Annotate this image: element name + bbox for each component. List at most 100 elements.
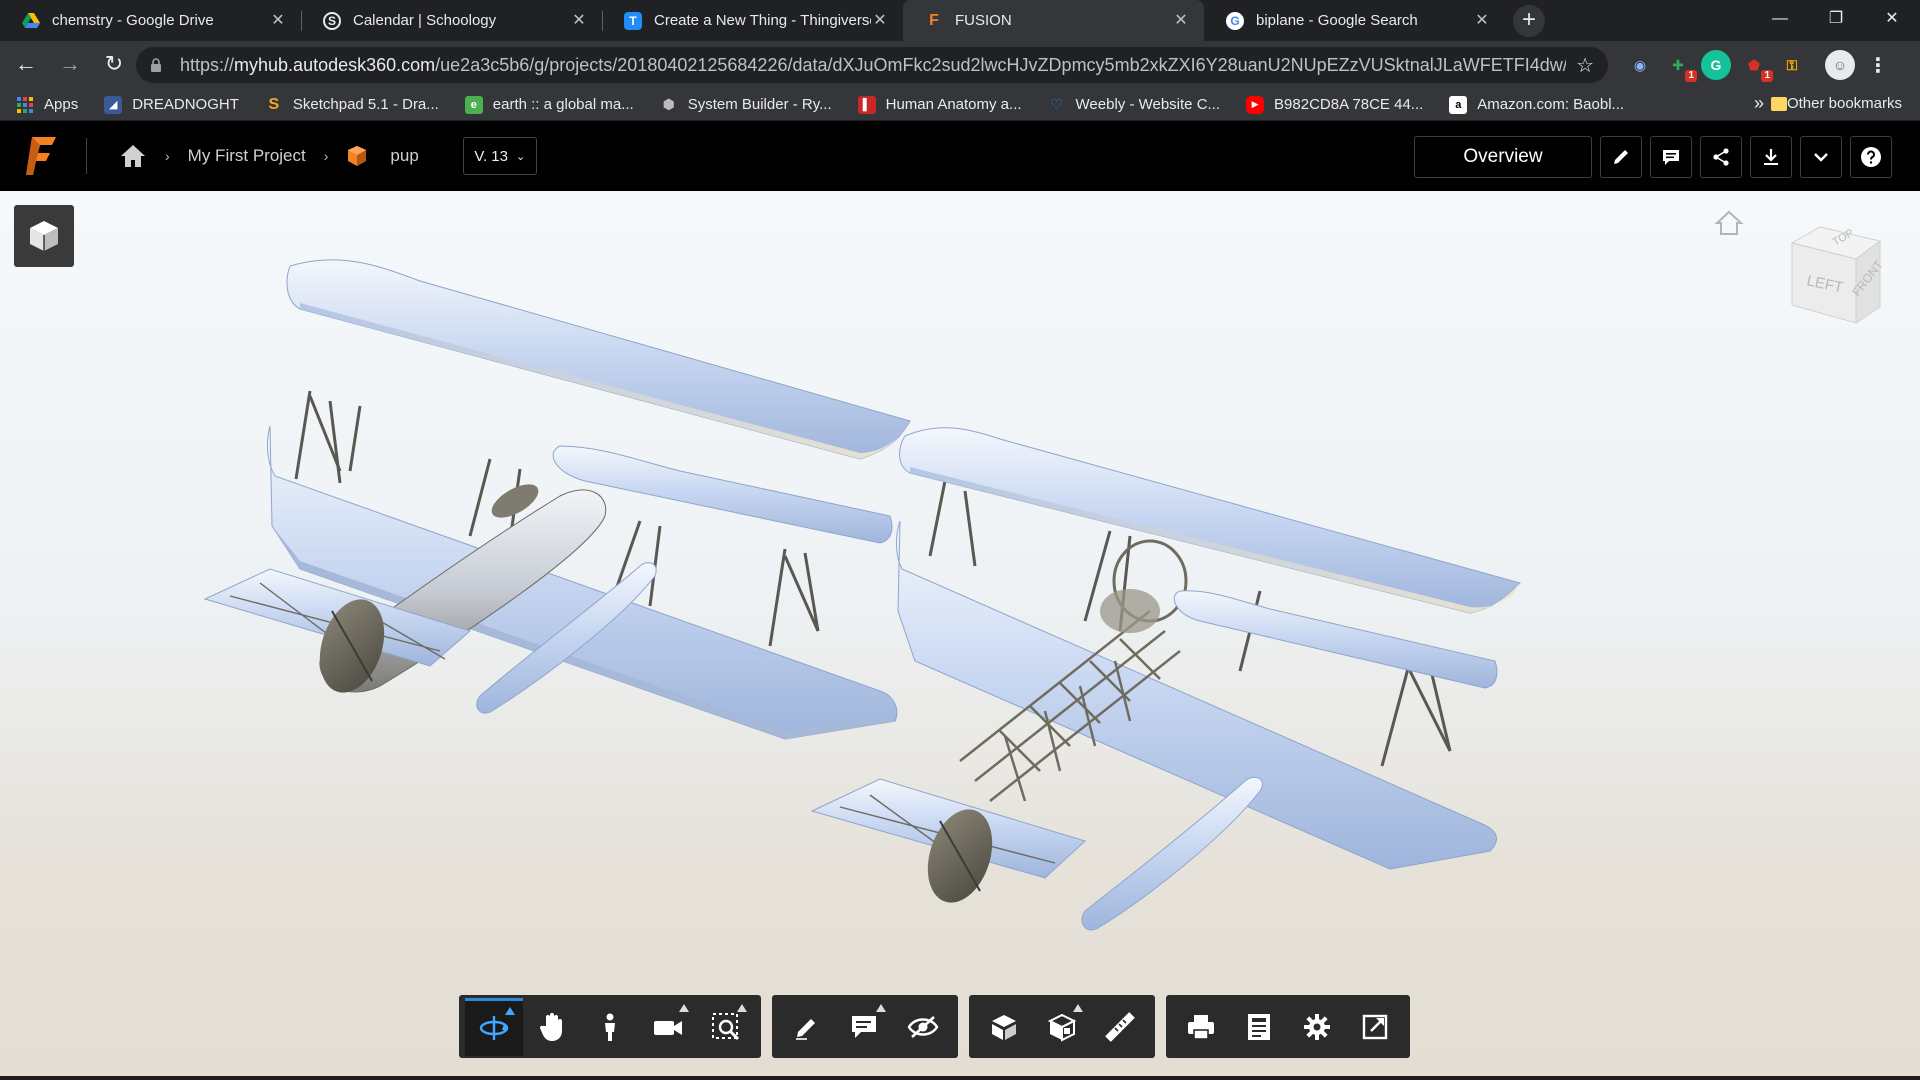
printer-icon — [1188, 1014, 1214, 1040]
tab-schoology[interactable]: S Calendar | Schoology ✕ — [301, 0, 602, 41]
pan-tool[interactable] — [523, 998, 581, 1056]
bookmark-label: System Builder - Ry... — [687, 96, 832, 113]
back-arrow-icon[interactable]: ← — [8, 47, 44, 83]
tab-fusion[interactable]: F FUSION ✕ — [903, 0, 1204, 41]
bookmark-amazon[interactable]: a Amazon.com: Baobl... — [1449, 95, 1624, 114]
viewcube[interactable]: TOP LEFT FRONT — [1780, 219, 1890, 329]
properties-icon — [1248, 1013, 1270, 1040]
markup-tool[interactable] — [778, 998, 836, 1056]
reload-icon[interactable]: ↻ — [96, 47, 132, 83]
grammarly-icon[interactable]: G — [1701, 50, 1731, 80]
gear-icon — [1304, 1013, 1330, 1040]
new-tab-button[interactable]: + — [1513, 5, 1545, 37]
fusion-icon: F — [929, 11, 939, 29]
help-button[interactable] — [1850, 136, 1892, 178]
url-host: myhub.autodesk360.com — [234, 54, 436, 75]
flyout-indicator-icon — [679, 1003, 689, 1012]
url-path: /ue2a3c5b6/g/projects/20180402125684226/… — [435, 54, 1567, 75]
address-bar[interactable]: https://myhub.autodesk360.com/ue2a3c5b6/… — [136, 47, 1608, 83]
model-browser-button[interactable] — [14, 205, 74, 267]
pencil-icon — [1614, 150, 1628, 164]
bookmark-apps[interactable]: Apps — [16, 96, 78, 114]
restore-icon[interactable]: ❐ — [1808, 0, 1864, 38]
extension-puzzle-icon[interactable]: ✚ 1 — [1663, 50, 1697, 82]
forward-arrow-icon[interactable]: → — [52, 47, 88, 83]
section-tool[interactable] — [1033, 998, 1091, 1056]
print-tool[interactable] — [1172, 998, 1230, 1056]
tab-google-drive[interactable]: chemstry - Google Drive ✕ — [0, 0, 301, 41]
browser-toolbar: ← → ↻ https://myhub.autodesk360.com/ue2a… — [0, 41, 1920, 89]
explode-tool[interactable] — [975, 998, 1033, 1056]
model-tools — [969, 995, 1155, 1058]
settings-tool[interactable] — [1288, 998, 1346, 1056]
download-button[interactable] — [1750, 136, 1792, 178]
help-icon — [1861, 147, 1881, 167]
bookmark-system-builder[interactable]: ⬢ System Builder - Ry... — [660, 96, 832, 114]
share-button[interactable] — [1700, 136, 1742, 178]
minimize-icon[interactable]: — — [1752, 0, 1808, 38]
bookmark-youtube[interactable]: ▶ B982CD8A 78CE 44... — [1246, 95, 1424, 114]
close-tab-icon[interactable]: ✕ — [570, 12, 588, 30]
extension-key-icon[interactable]: ⚿ — [1777, 50, 1807, 80]
plane2-float — [1081, 776, 1263, 931]
bookmark-sketchpad[interactable]: S Sketchpad 5.1 - Dra... — [265, 96, 439, 114]
home-icon[interactable] — [119, 142, 147, 170]
extension-spy-icon[interactable]: ◉ — [1625, 50, 1655, 80]
comments-button[interactable] — [1650, 136, 1692, 178]
ruler-icon — [1105, 1011, 1135, 1042]
earth-icon: e — [464, 95, 483, 114]
header-divider — [86, 138, 87, 174]
breadcrumb-project[interactable]: My First Project — [188, 146, 306, 166]
bookmark-weebly[interactable]: ♡ Weebly - Website C... — [1048, 96, 1221, 114]
version-dropdown[interactable]: V. 13 ⌄ — [462, 137, 537, 175]
bookmark-star-icon[interactable]: ☆ — [1576, 53, 1594, 78]
bookmark-earth[interactable]: e earth :: a global ma... — [464, 95, 634, 114]
breadcrumb-item[interactable]: pup — [390, 146, 418, 166]
breadcrumb-chevron-icon: › — [165, 148, 170, 164]
close-tab-icon[interactable]: ✕ — [1172, 12, 1190, 30]
bookmarks-overflow-button[interactable]: » — [1754, 93, 1764, 114]
person-icon — [605, 1013, 615, 1041]
bookmark-dreadnoght-icon: ◢ — [104, 95, 123, 114]
tab-google-search[interactable]: G biplane - Google Search ✕ — [1204, 0, 1505, 41]
profile-avatar-icon[interactable]: ☺ — [1825, 50, 1855, 80]
extension-shield-icon[interactable]: ⬟ 1 — [1739, 50, 1773, 82]
hide-tool[interactable] — [894, 998, 952, 1056]
tab-title: FUSION — [955, 12, 1012, 29]
measure-tool[interactable] — [1091, 998, 1149, 1056]
url-scheme: https:// — [180, 54, 235, 75]
close-tab-icon[interactable]: ✕ — [1473, 12, 1491, 30]
orbit-tool[interactable] — [465, 997, 523, 1056]
bookmark-dreadnoght[interactable]: ◢ DREADNOGHT — [104, 95, 239, 114]
fusion-logo-icon[interactable] — [26, 135, 60, 177]
other-bookmarks[interactable]: Other bookmarks — [1770, 95, 1902, 112]
properties-tool[interactable] — [1230, 998, 1288, 1056]
camera-tool[interactable] — [639, 998, 697, 1056]
home-view-icon[interactable] — [1714, 209, 1744, 237]
biplane-frame — [810, 427, 1521, 931]
browser-menu-icon[interactable]: ⋮ — [1863, 50, 1893, 80]
bookmark-label: Weebly - Website C... — [1075, 96, 1221, 113]
window-bottom-border — [0, 1076, 1920, 1080]
thingiverse-icon: T — [624, 11, 642, 30]
bookmark-human-anatomy[interactable]: ▌ Human Anatomy a... — [857, 95, 1022, 114]
biplane-model-canvas[interactable] — [0, 191, 1920, 1080]
close-tab-icon[interactable]: ✕ — [269, 12, 287, 30]
bookmark-label: B982CD8A 78CE 44... — [1274, 96, 1424, 113]
markup-tools — [772, 995, 958, 1058]
zoom-window-tool[interactable] — [697, 998, 755, 1056]
close-window-icon[interactable]: ✕ — [1864, 0, 1920, 38]
edit-button[interactable] — [1600, 136, 1642, 178]
tab-thingiverse[interactable]: T Create a New Thing - Thingiverse ✕ — [602, 0, 903, 41]
extensions-area: ◉ ✚ 1 G ⬟ 1 ⚿ ☺ ⋮ — [1625, 50, 1901, 82]
orbit-icon — [479, 1016, 509, 1040]
overview-button[interactable]: Overview — [1414, 136, 1592, 178]
fullscreen-tool[interactable] — [1346, 998, 1404, 1056]
walk-tool[interactable] — [581, 998, 639, 1056]
chevron-down-icon: ⌄ — [516, 150, 526, 163]
comment-tool[interactable] — [836, 998, 894, 1056]
youtube-icon: ▶ — [1246, 95, 1265, 114]
more-options-button[interactable] — [1800, 136, 1842, 178]
close-tab-icon[interactable]: ✕ — [871, 12, 889, 30]
model-viewport[interactable]: TOP LEFT FRONT — [0, 191, 1920, 1080]
